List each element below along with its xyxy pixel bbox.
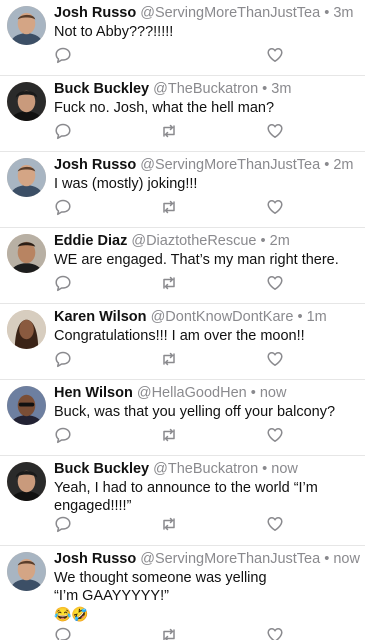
heart-icon[interactable] [266,122,284,140]
tweet[interactable]: Josh Russo @ServingMoreThanJustTea • 3m … [0,0,365,76]
avatar-hen[interactable] [7,386,46,425]
heart-icon[interactable] [266,626,284,640]
tweet-text: I was (mostly) joking!!! [54,176,198,192]
emoji-line: 😂🤣 [54,606,89,622]
timestamp: now [259,385,287,401]
user-handle[interactable]: @DiaztotheRescue [131,233,256,249]
tweet-header: Josh Russo @ServingMoreThanJustTea • 3m [54,4,353,22]
tweet-actions [54,198,294,216]
tweet-actions [54,122,294,140]
tweet-text: Congratulations!!! I am over the moon!! [54,328,305,344]
avatar-karen[interactable] [7,310,46,349]
separator-dot: • [262,81,268,97]
user-handle[interactable]: @DontKnowDontKare [151,309,294,325]
user-handle[interactable]: @TheBuckatron [153,461,258,477]
tweet[interactable]: Josh Russo @ServingMoreThanJustTea • now… [0,546,365,640]
tweet-text: Not to Abby???!!!!! [54,24,174,40]
avatar-josh[interactable] [7,6,46,45]
timestamp: 2m [333,157,354,173]
tweet[interactable]: Eddie Diaz @DiaztotheRescue • 2m WE are … [0,228,365,304]
tweet[interactable]: Buck Buckley @TheBuckatron • 3m Fuck no.… [0,76,365,152]
separator-dot: • [262,461,268,477]
tweet-actions [54,46,294,64]
tweet-text: Yeah, I had to announce to the world “I’… [54,480,318,514]
retweet-icon[interactable] [160,515,178,533]
user-name[interactable]: Hen Wilson [54,385,133,401]
reply-icon[interactable] [54,122,72,140]
retweet-icon[interactable] [160,426,178,444]
timestamp: 3m [271,81,292,97]
timestamp: 3m [333,5,354,21]
timestamp: now [271,461,298,477]
retweet-icon[interactable] [160,350,178,368]
tweet-header: Buck Buckley @TheBuckatron • 3m [54,80,291,98]
user-name[interactable]: Buck Buckley [54,81,149,97]
separator-dot: • [324,551,330,567]
user-name[interactable]: Josh Russo [54,157,136,173]
timestamp: 2m [269,233,290,249]
tweet-actions [54,350,294,368]
avatar-josh[interactable] [7,552,46,591]
tweet[interactable]: Hen Wilson @HellaGoodHen • now Buck, was… [0,380,365,456]
retweet-icon[interactable] [160,274,178,292]
tweet-actions [54,274,294,292]
reply-icon[interactable] [54,274,72,292]
user-name[interactable]: Buck Buckley [54,461,149,477]
tweet-text: Buck, was that you yelling off your balc… [54,404,336,420]
timestamp: 1m [306,309,327,325]
tweet-feed: Josh Russo @ServingMoreThanJustTea • 3m … [0,0,365,640]
user-name[interactable]: Karen Wilson [54,309,147,325]
tweet-text-body: We thought someone was yelling “I’m GAAY… [54,570,267,604]
user-handle[interactable]: @ServingMoreThanJustTea [140,157,320,173]
separator-dot: • [260,233,266,249]
user-handle[interactable]: @ServingMoreThanJustTea [140,551,320,567]
tweet-header: Hen Wilson @HellaGoodHen • now [54,384,286,402]
tweet-actions [54,626,294,640]
user-handle[interactable]: @HellaGoodHen [137,385,247,401]
user-handle[interactable]: @ServingMoreThanJustTea [140,5,320,21]
heart-icon[interactable] [266,350,284,368]
tweet-header: Karen Wilson @DontKnowDontKare • 1m [54,308,327,326]
tweet-actions [54,515,294,533]
timestamp: now [333,551,360,567]
tweet-text: Fuck no. Josh, what the hell man? [54,100,275,116]
reply-icon[interactable] [54,350,72,368]
heart-icon[interactable] [266,426,284,444]
reply-icon[interactable] [54,515,72,533]
tweet-text: WE are engaged. That’s my man right ther… [54,252,339,268]
reply-icon[interactable] [54,626,72,640]
avatar-eddie[interactable] [7,234,46,273]
user-name[interactable]: Eddie Diaz [54,233,127,249]
tweet-text: We thought someone was yelling “I’m GAAY… [54,569,284,623]
tweet-header: Buck Buckley @TheBuckatron • now [54,460,298,478]
reply-icon[interactable] [54,198,72,216]
reply-icon[interactable] [54,426,72,444]
separator-dot: • [324,5,330,21]
separator-dot: • [297,309,303,325]
user-name[interactable]: Josh Russo [54,5,136,21]
heart-icon[interactable] [266,198,284,216]
tweet-header: Eddie Diaz @DiaztotheRescue • 2m [54,232,290,250]
avatar-josh[interactable] [7,158,46,197]
tweet[interactable]: Karen Wilson @DontKnowDontKare • 1m Cong… [0,304,365,380]
heart-icon[interactable] [266,46,284,64]
reply-icon[interactable] [54,46,72,64]
retweet-icon[interactable] [160,198,178,216]
user-handle[interactable]: @TheBuckatron [153,81,258,97]
user-name[interactable]: Josh Russo [54,551,136,567]
tweet-header: Josh Russo @ServingMoreThanJustTea • now [54,550,360,568]
retweet-icon[interactable] [160,122,178,140]
tweet[interactable]: Buck Buckley @TheBuckatron • now Yeah, I… [0,456,365,546]
tweet-actions [54,426,294,444]
separator-dot: • [250,385,256,401]
tweet-header: Josh Russo @ServingMoreThanJustTea • 2m [54,156,353,174]
separator-dot: • [324,157,330,173]
avatar-buck[interactable] [7,82,46,121]
heart-icon[interactable] [266,515,284,533]
avatar-buck[interactable] [7,462,46,501]
heart-icon[interactable] [266,274,284,292]
retweet-icon[interactable] [160,626,178,640]
tweet[interactable]: Josh Russo @ServingMoreThanJustTea • 2m … [0,152,365,228]
